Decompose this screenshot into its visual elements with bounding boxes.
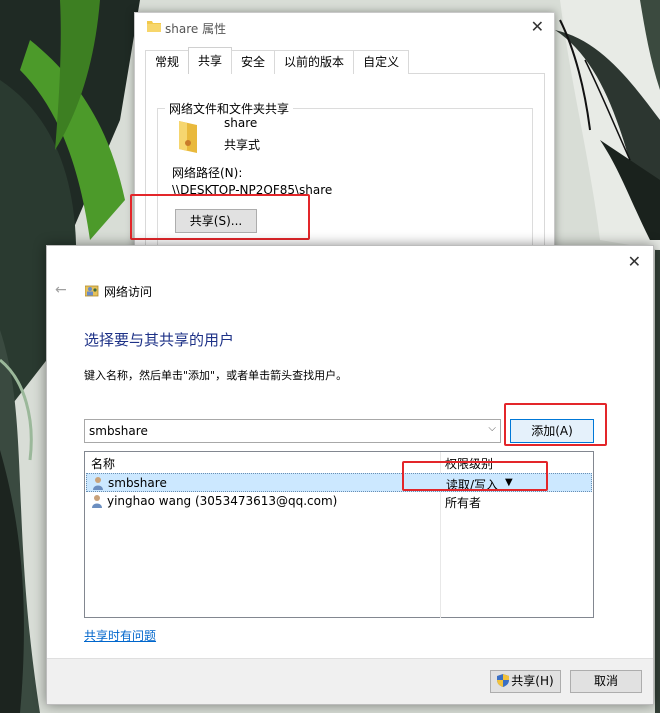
user-combobox[interactable]: smbshare ⌵ bbox=[84, 419, 501, 443]
row-permission: 所有者 bbox=[445, 496, 482, 510]
close-icon[interactable]: ✕ bbox=[628, 252, 641, 271]
cancel-button[interactable]: 取消 bbox=[570, 670, 642, 693]
network-access-dialog: ✕ ← 网络访问 选择要与其共享的用户 键入名称，然后单击"添加"，或者单击箭头… bbox=[46, 245, 654, 705]
uac-shield-icon bbox=[497, 674, 510, 687]
dialog-title: 网络访问 bbox=[104, 285, 153, 299]
help-link[interactable]: 共享时有问题 bbox=[84, 627, 156, 644]
tab-previous-versions[interactable]: 以前的版本 bbox=[274, 50, 355, 74]
back-arrow-icon[interactable]: ← bbox=[55, 282, 67, 298]
properties-titlebar[interactable]: share 属性 ✕ bbox=[135, 13, 554, 43]
column-header-name[interactable]: 名称 bbox=[91, 455, 115, 472]
instruction-text: 键入名称，然后单击"添加"，或者单击箭头查找用户。 bbox=[84, 369, 348, 382]
dialog-footer: 共享(H) 取消 bbox=[47, 658, 653, 704]
row-user-name: yinghao wang (3053473613@qq.com) bbox=[107, 494, 338, 508]
share-confirm-button[interactable]: 共享(H) bbox=[490, 670, 561, 693]
table-row[interactable]: yinghao wang (3053473613@qq.com) 所有者 bbox=[86, 492, 592, 511]
user-icon bbox=[92, 495, 102, 508]
tab-strip: 常规 共享 安全 以前的版本 自定义 bbox=[145, 47, 410, 74]
user-icon bbox=[93, 477, 103, 490]
shared-folder-icon bbox=[179, 121, 197, 153]
network-access-icon bbox=[85, 285, 99, 297]
row-user-name: smbshare bbox=[108, 476, 167, 490]
properties-title: share 属性 bbox=[165, 22, 227, 36]
close-icon[interactable]: ✕ bbox=[531, 17, 544, 36]
tab-sharing[interactable]: 共享 bbox=[188, 47, 233, 74]
tab-customize[interactable]: 自定义 bbox=[353, 50, 410, 74]
chevron-down-icon[interactable]: ⌵ bbox=[488, 423, 496, 434]
annotation-box-permission bbox=[402, 461, 548, 491]
annotation-box-share bbox=[130, 194, 310, 240]
share-state: 共享式 bbox=[224, 138, 261, 152]
folder-icon bbox=[147, 21, 161, 32]
page-heading: 选择要与其共享的用户 bbox=[84, 331, 235, 349]
share-confirm-label: 共享(H) bbox=[511, 674, 554, 688]
network-path-label: 网络路径(N): bbox=[172, 166, 243, 180]
group-title: 网络文件和文件夹共享 bbox=[165, 100, 294, 117]
folder-name: share bbox=[224, 116, 258, 130]
tab-security[interactable]: 安全 bbox=[231, 50, 276, 74]
combobox-value: smbshare bbox=[89, 424, 148, 438]
tab-general[interactable]: 常规 bbox=[145, 50, 190, 74]
annotation-box-add bbox=[504, 403, 607, 446]
